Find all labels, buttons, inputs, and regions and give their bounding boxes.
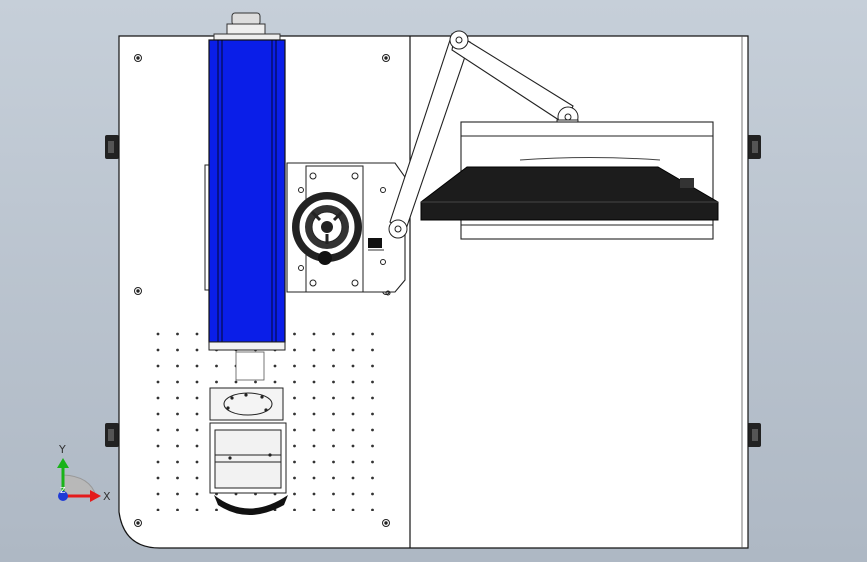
axis-label-x: X	[103, 490, 111, 503]
axis-label-z: Z	[60, 486, 66, 495]
cad-viewport[interactable]: Y X Z	[0, 0, 867, 562]
right-latch-top	[747, 135, 761, 159]
axis-label-y: Y	[58, 443, 66, 456]
left-latch-bottom	[105, 423, 119, 447]
left-latch-top	[105, 135, 119, 159]
cad-drawing: Y X Z	[57, 12, 761, 549]
lifting-column	[208, 12, 286, 351]
right-latch-bottom	[747, 423, 761, 447]
axis-triad: Y X Z	[57, 443, 111, 503]
